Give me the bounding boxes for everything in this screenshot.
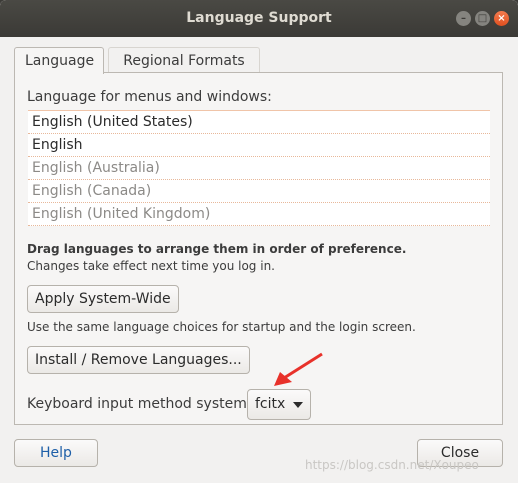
title-bar[interactable]: Language Support – □ × [0, 0, 518, 37]
help-button[interactable]: Help [14, 439, 98, 467]
install-remove-languages-button[interactable]: Install / Remove Languages... [27, 346, 250, 374]
language-panel: Language for menus and windows: English … [14, 72, 503, 425]
list-item[interactable]: English (Canada) [28, 180, 490, 203]
drag-hint: Drag languages to arrange them in order … [27, 242, 407, 256]
list-item[interactable]: English [28, 134, 490, 157]
keyboard-input-method-label: Keyboard input method system: [27, 396, 252, 412]
tab-language[interactable]: Language [14, 47, 104, 74]
watermark: https://blog.csdn.net/Xoupeo [305, 458, 479, 472]
keyboard-input-method-value: fcitx [255, 396, 286, 412]
annotation-arrow-icon [274, 352, 323, 386]
close-icon[interactable]: × [494, 11, 509, 26]
list-item[interactable]: English (Australia) [28, 157, 490, 180]
apply-description: Use the same language choices for startu… [27, 320, 416, 334]
language-section-label: Language for menus and windows: [27, 89, 272, 105]
window-title: Language Support [186, 10, 332, 26]
minimize-icon[interactable]: – [456, 11, 471, 26]
apply-system-wide-button[interactable]: Apply System-Wide [27, 285, 179, 313]
maximize-icon[interactable]: □ [475, 11, 490, 26]
list-item[interactable]: English (United States) [28, 111, 490, 134]
keyboard-input-method-select[interactable]: fcitx [247, 389, 311, 420]
changes-hint: Changes take effect next time you log in… [27, 259, 275, 273]
tab-regional-formats[interactable]: Regional Formats [108, 47, 260, 73]
list-item[interactable]: English (United Kingdom) [28, 203, 490, 226]
language-list[interactable]: English (United States) English English … [28, 110, 490, 226]
language-support-window: Language Support – □ × Language Regional… [0, 0, 518, 483]
chevron-down-icon [293, 402, 303, 408]
